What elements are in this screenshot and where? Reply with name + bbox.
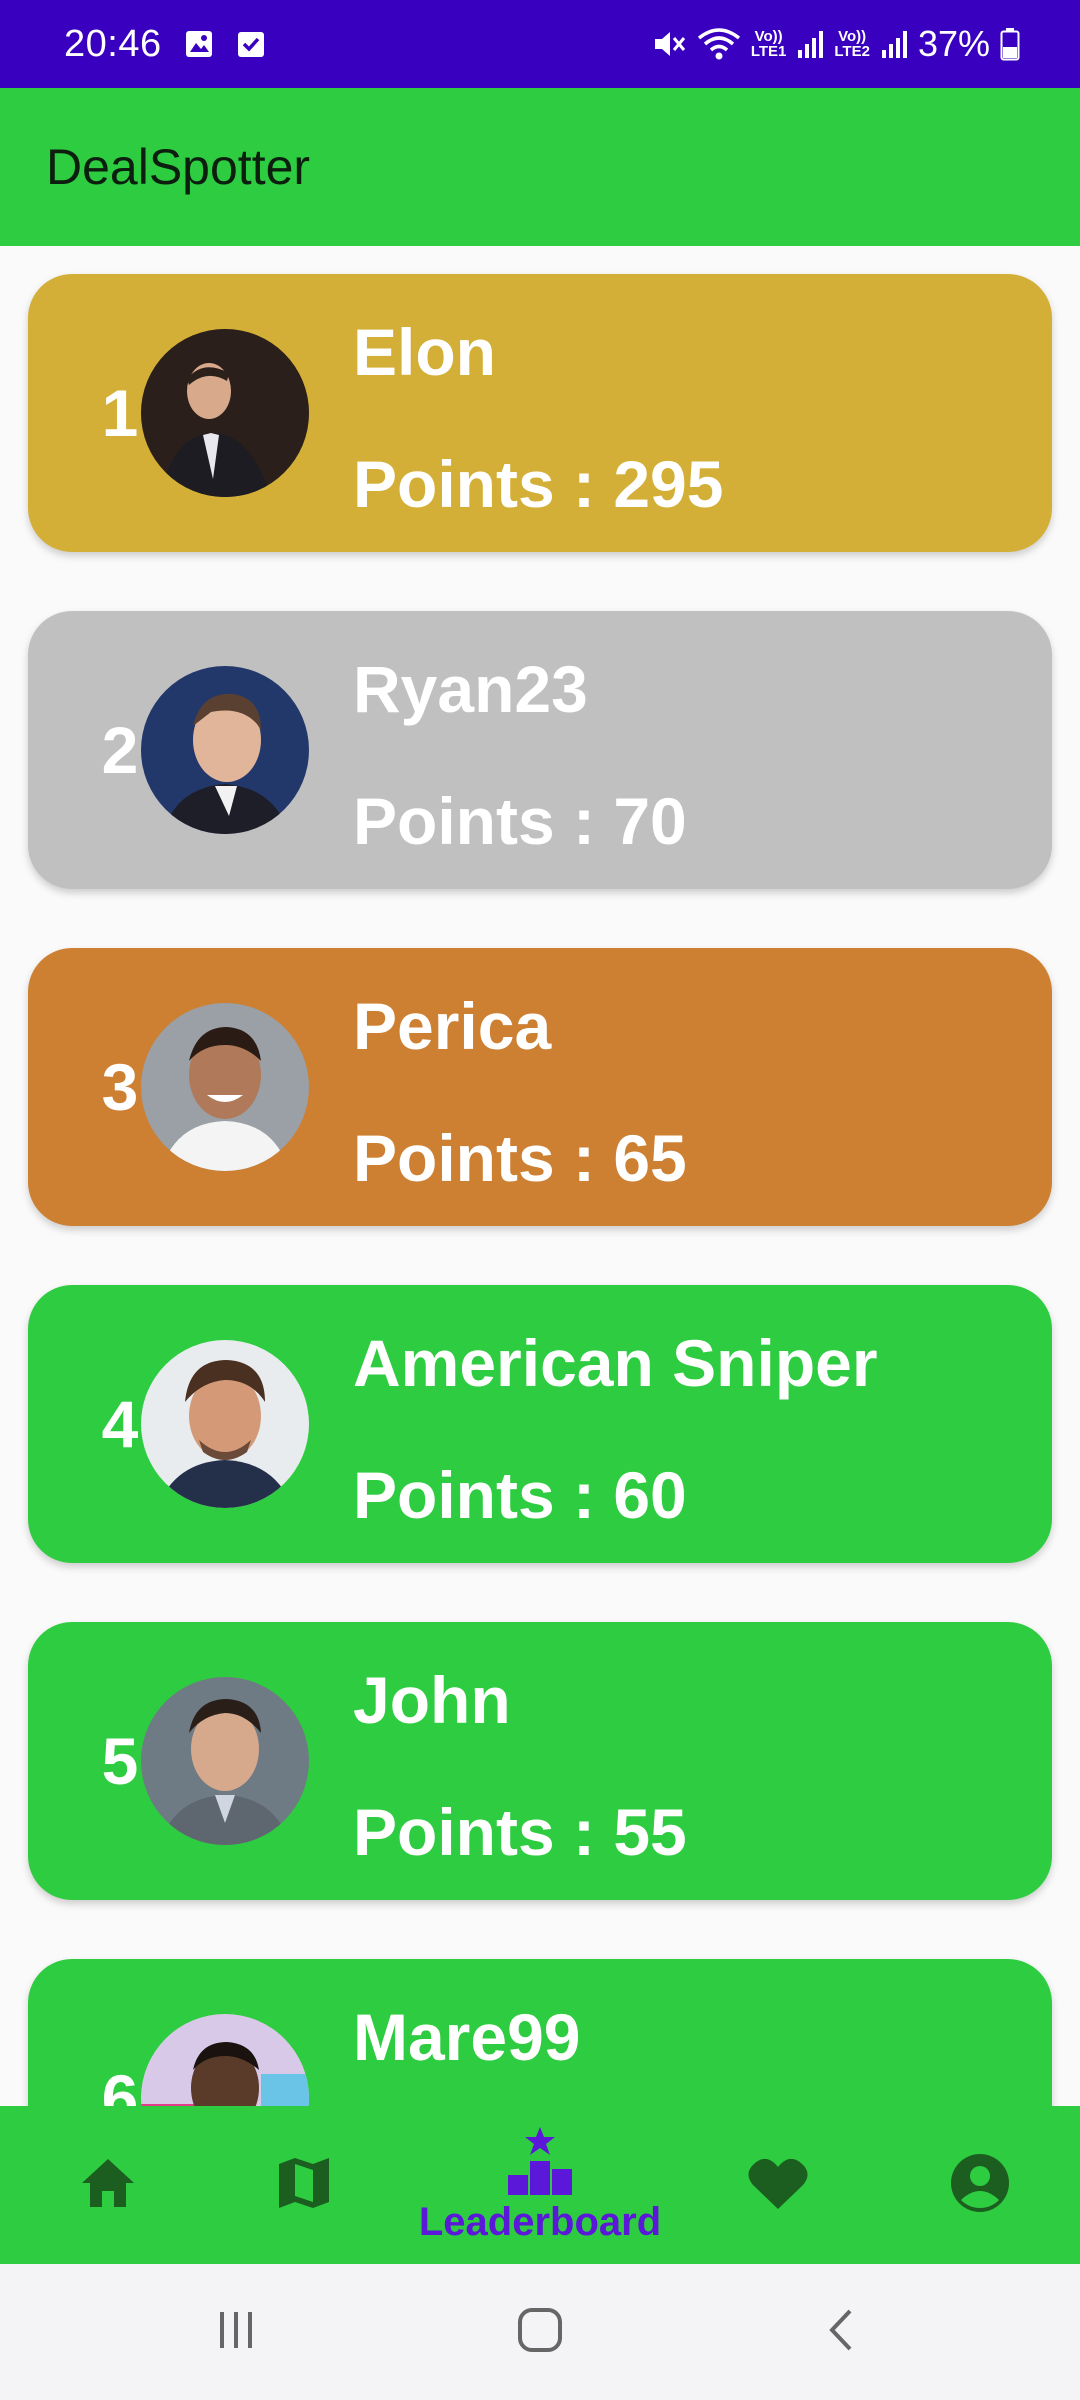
nav-profile[interactable] <box>872 2106 1080 2264</box>
user-name: Elon <box>353 315 496 389</box>
map-icon <box>275 2154 333 2217</box>
gallery-icon <box>184 29 214 59</box>
user-avatar <box>141 1340 309 1508</box>
user-avatar <box>141 1677 309 1845</box>
leaderboard-card[interactable]: 4 American Sniper Points : 60 <box>28 1285 1052 1563</box>
back-icon <box>822 2305 862 2360</box>
signal-icon <box>880 28 908 60</box>
user-name: Ryan23 <box>353 652 588 726</box>
check-icon <box>236 29 266 59</box>
leaderboard-icon <box>504 2125 576 2202</box>
user-name: Perica <box>353 989 552 1063</box>
user-avatar <box>141 1003 309 1171</box>
leaderboard-card[interactable]: 3 Perica Points : 65 <box>28 948 1052 1226</box>
battery-icon <box>1000 27 1020 61</box>
leaderboard-card[interactable]: 2 Ryan23 Points : 70 <box>28 611 1052 889</box>
user-name: John <box>353 1663 511 1737</box>
battery-percent: 37% <box>917 23 990 64</box>
status-bar: 20:46 Vo)) LTE1 Vo)) LTE2 37% <box>0 0 1080 88</box>
user-points: Points : 60 <box>353 1458 687 1532</box>
nav-leaderboard[interactable]: Leaderboard <box>419 2106 661 2264</box>
nav-favorites[interactable] <box>670 2106 886 2264</box>
app-bar: DealSpotter <box>0 88 1080 246</box>
status-time: 20:46 <box>64 22 162 65</box>
user-points: Points : 65 <box>353 1121 687 1195</box>
leaderboard-card[interactable]: 6 Mare99 <box>28 1959 1052 2106</box>
sim1-indicator: Vo)) LTE1 <box>750 28 787 60</box>
home-button[interactable] <box>460 2264 620 2400</box>
user-points: Points : 55 <box>353 1795 687 1869</box>
recent-apps-icon <box>214 2308 258 2357</box>
sim2-indicator: Vo)) LTE2 <box>834 28 870 60</box>
nav-map[interactable] <box>196 2106 412 2264</box>
user-avatar <box>141 666 309 834</box>
leaderboard-card[interactable]: 1 Elon Points : 295 <box>28 274 1052 552</box>
user-points: Points : 295 <box>353 447 724 521</box>
leaderboard-card[interactable]: 5 John Points : 55 <box>28 1622 1052 1900</box>
mute-icon <box>651 26 687 62</box>
nav-home[interactable] <box>0 2106 216 2264</box>
user-avatar <box>141 329 309 497</box>
heart-icon <box>747 2155 809 2216</box>
user-name: American Sniper <box>353 1326 878 1400</box>
account-icon <box>949 2152 1011 2219</box>
nav-label-leaderboard: Leaderboard <box>418 2200 662 2244</box>
signal-icon <box>796 28 824 60</box>
recent-apps-button[interactable] <box>156 2264 316 2400</box>
user-avatar <box>141 2014 309 2106</box>
leaderboard-list[interactable]: 1 Elon Points : 295 2 Ryan23 Points : 70… <box>0 246 1080 2106</box>
home-icon <box>78 2155 138 2216</box>
user-name: Mare99 <box>353 2000 581 2074</box>
back-button[interactable] <box>762 2264 922 2400</box>
bottom-navigation: Leaderboard <box>0 2106 1080 2264</box>
user-points: Points : 70 <box>353 784 687 858</box>
app-title: DealSpotter <box>46 139 311 195</box>
home-circle-icon <box>515 2305 565 2360</box>
wifi-icon <box>697 26 741 62</box>
system-navigation-bar <box>0 2264 1080 2400</box>
